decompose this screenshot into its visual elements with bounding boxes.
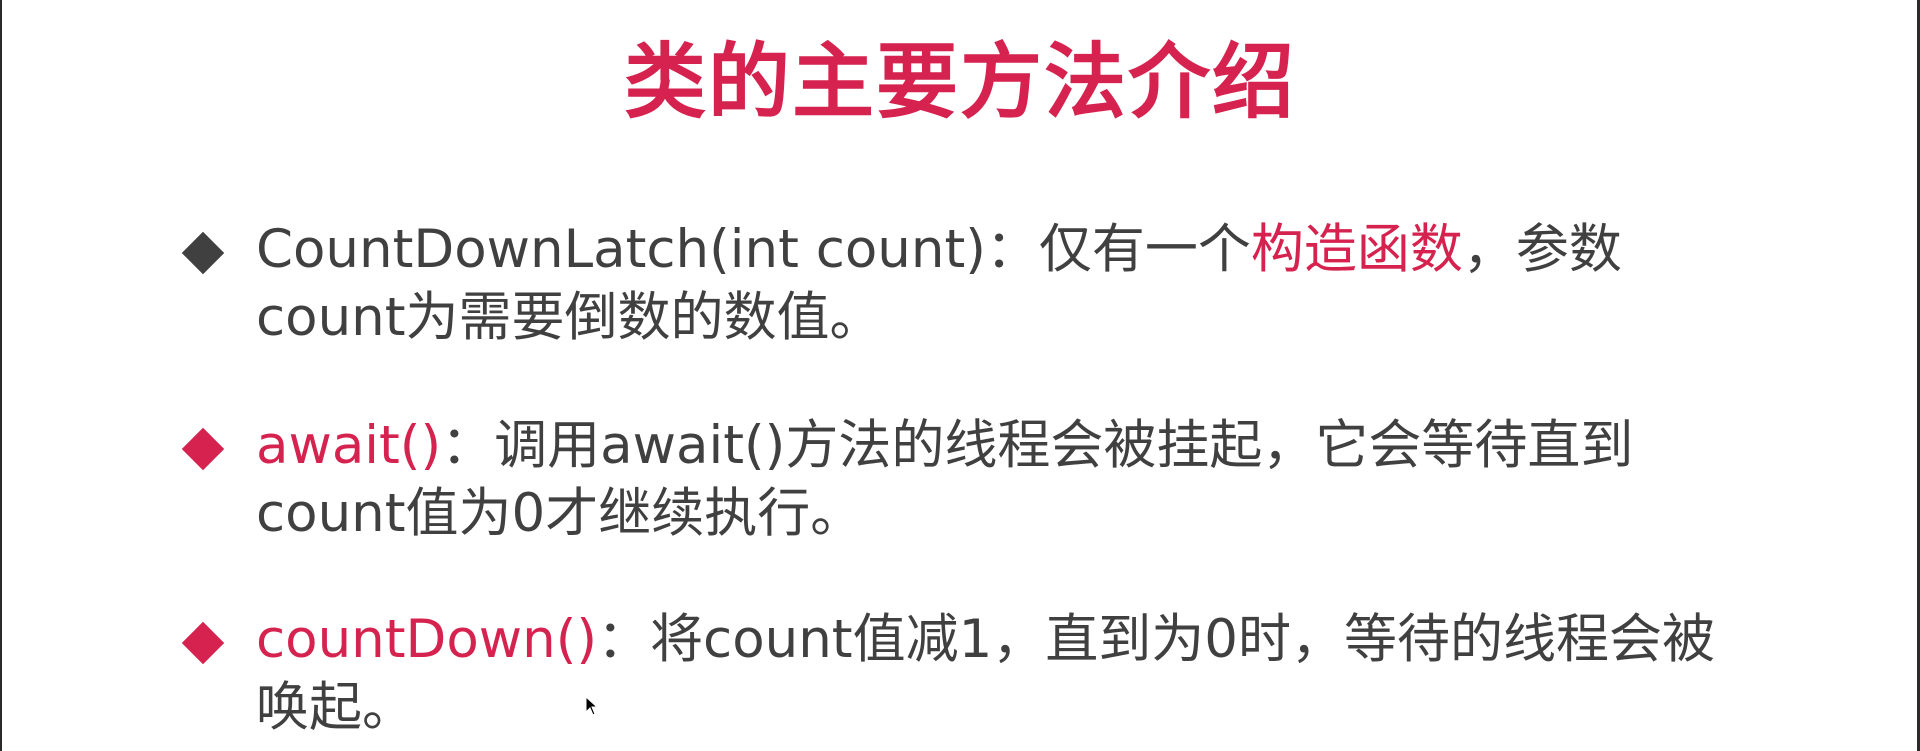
bullet-body: 仅有一个	[1038, 219, 1251, 280]
diamond-icon	[181, 621, 225, 665]
highlight-text: 构造函数	[1250, 219, 1463, 280]
bullet-separator: ：	[441, 415, 495, 476]
bullet-separator: ：	[985, 219, 1039, 280]
bullet-text: await()：调用await()方法的线程会被挂起，它会等待直到count值为…	[256, 412, 1766, 548]
diamond-icon	[181, 427, 225, 471]
bullet-lead: await()	[256, 415, 442, 476]
diamond-icon	[181, 231, 225, 275]
bullet-lead: countDown()	[256, 609, 598, 670]
bullet-lead: CountDownLatch(int count)	[256, 219, 986, 280]
bullet-text: countDown()：将count值减1，直到为0时，等待的线程会被唤起。	[256, 606, 1766, 742]
slide-title: 类的主要方法介绍	[623, 35, 1296, 130]
slide: 类的主要方法介绍 CountDownLatch(int count)：仅有一个构…	[0, 0, 1920, 751]
bullet-text: CountDownLatch(int count)：仅有一个构造函数，参数cou…	[256, 216, 1766, 352]
mouse-pointer-icon	[585, 696, 599, 716]
bullet-separator: ：	[597, 609, 651, 670]
